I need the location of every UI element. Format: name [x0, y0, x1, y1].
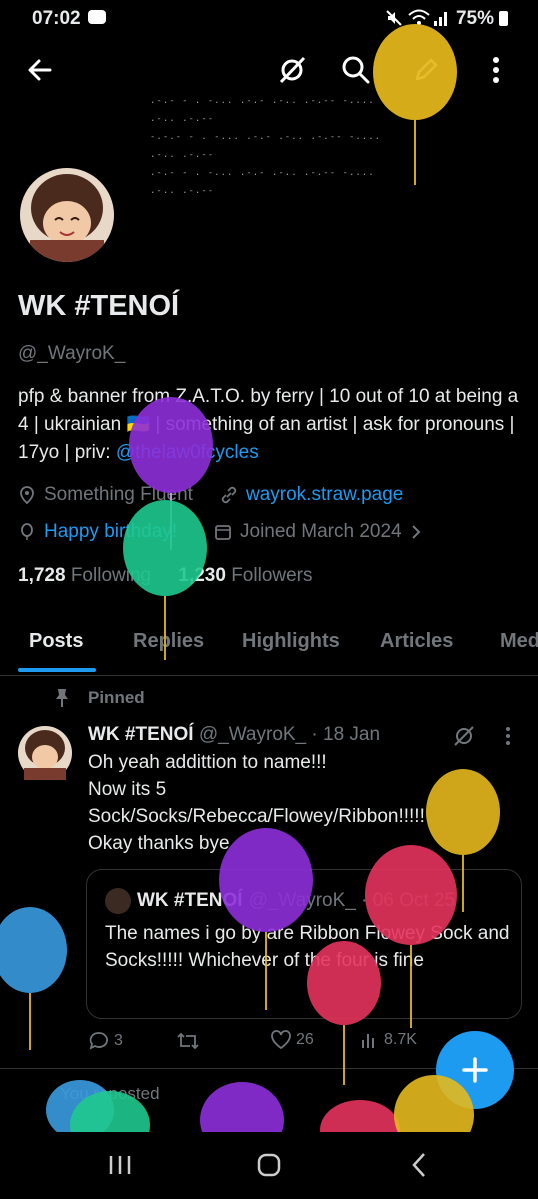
- balloon-icon: [21, 523, 33, 540]
- balloon-blue: [0, 907, 67, 1050]
- edit-button[interactable]: [406, 50, 446, 90]
- discord-icon: [88, 10, 106, 24]
- quote-header: WK #TENOÍ @_WayroK_ · 06 Oct 25: [105, 888, 455, 914]
- reply-action[interactable]: 3: [88, 1030, 123, 1052]
- followers-stat[interactable]: 1,230 Followers: [178, 565, 312, 586]
- profile-birthday: Happy birthday!: [18, 521, 177, 543]
- more-vertical-icon: [493, 57, 499, 83]
- chevron-right-icon[interactable]: [410, 524, 422, 540]
- tweet-avatar[interactable]: [18, 726, 72, 780]
- compose-button[interactable]: [436, 1031, 514, 1109]
- profile-website[interactable]: wayrok.straw.page: [220, 484, 403, 506]
- banner-line: .-.- - . -... .-.- .-.. .-.-- -.... .-..…: [150, 96, 375, 124]
- back-button[interactable]: [20, 50, 60, 90]
- joined-text: Joined March 2024: [240, 521, 402, 542]
- quote-avatar: [105, 888, 131, 914]
- location-text: Something Fluent: [44, 484, 193, 505]
- status-time: 07:02: [32, 8, 81, 29]
- grok-button[interactable]: [272, 50, 312, 90]
- reply-icon: [89, 1032, 108, 1050]
- profile-joined: Joined March 2024: [214, 521, 422, 543]
- system-nav-bar: [0, 1132, 538, 1199]
- views-icon: [362, 1034, 374, 1048]
- avatar-image: [20, 168, 114, 262]
- quoted-tweet[interactable]: WK #TENOÍ @_WayroK_ · 06 Oct 25 The name…: [86, 869, 522, 1019]
- mute-icon: [385, 9, 403, 33]
- wifi-icon: [408, 9, 430, 33]
- status-bar: 07:02 75%: [0, 0, 538, 36]
- views-action[interactable]: 8.7K: [360, 1030, 417, 1050]
- avatar-image: [18, 726, 72, 780]
- recents-button[interactable]: [108, 1154, 132, 1181]
- pin-icon: [54, 688, 70, 713]
- calendar-icon: [215, 525, 231, 540]
- signal-icon: [433, 9, 449, 33]
- link-icon: [221, 486, 237, 504]
- reply-count: 3: [114, 1032, 123, 1049]
- profile-stats: 1,728 Following 1,230 Followers: [18, 565, 313, 587]
- search-button[interactable]: [336, 50, 376, 90]
- followers-label: Followers: [231, 565, 313, 586]
- followers-count: 1,230: [178, 565, 226, 586]
- battery-percent: 75%: [455, 8, 494, 29]
- bio-link[interactable]: @thelaw0fcycles: [116, 442, 259, 463]
- location-pin-icon: [20, 486, 34, 504]
- profile-handle: @_WayroK_: [18, 343, 126, 364]
- tab-replies[interactable]: Replies: [133, 630, 204, 653]
- like-count: 26: [296, 1031, 314, 1048]
- banner-line: -.-.- - . -... .-.- .-.. .-.-- -.... .-.…: [150, 132, 382, 160]
- quote-author: WK #TENOÍ: [137, 890, 243, 911]
- retweet-icon: [177, 1032, 199, 1050]
- tweet-text: Oh yeah addittion to name!!! Now its 5 S…: [88, 752, 425, 854]
- birthday-text: Happy birthday!: [44, 521, 178, 542]
- back-nav-button[interactable]: [410, 1152, 428, 1183]
- profile-location: Something Fluent: [18, 484, 193, 506]
- pencil-icon: [415, 58, 438, 81]
- tweet-header: WK #TENOÍ @_WayroK_ · 18 Jan: [88, 724, 380, 746]
- profile-name: WK #TENOÍ: [18, 290, 180, 322]
- quote-text: The names i go by are Ribbon Flowey Sock…: [105, 923, 510, 971]
- home-icon: [257, 1153, 281, 1177]
- tweet-more-icon[interactable]: [505, 726, 511, 751]
- retweet-action[interactable]: [176, 1030, 200, 1052]
- repost-label: You reposted: [60, 1084, 160, 1103]
- following-count: 1,728: [18, 565, 66, 586]
- tab-articles[interactable]: Articles: [380, 630, 453, 653]
- grok-icon: [279, 56, 306, 84]
- tweet-author[interactable]: WK #TENOÍ: [88, 724, 194, 745]
- banner: .-.- - . -... .-.- .-.. .-.-- -.... .-..…: [150, 92, 400, 200]
- recents-icon: [109, 1156, 131, 1174]
- plus-icon: [462, 1057, 488, 1083]
- like-action[interactable]: 26: [270, 1030, 314, 1050]
- battery-icon: [499, 11, 508, 26]
- tab-media[interactable]: Media: [500, 630, 538, 653]
- quote-handle-date: @_WayroK_ · 06 Oct 25: [248, 890, 456, 911]
- home-button[interactable]: [256, 1152, 282, 1183]
- tab-highlights[interactable]: Highlights: [242, 630, 340, 653]
- heart-icon: [271, 1030, 291, 1050]
- pinned-label: Pinned: [88, 688, 145, 707]
- website-link[interactable]: wayrok.straw.page: [246, 484, 403, 506]
- chevron-left-icon: [412, 1153, 425, 1177]
- tab-posts[interactable]: Posts: [29, 630, 83, 653]
- active-tab-indicator: [18, 668, 96, 672]
- tweet-handle-date: @_WayroK_ · 18 Jan: [198, 724, 381, 745]
- bio-text: pfp & banner from Z.A.T.O. by ferry | 10…: [18, 386, 519, 463]
- more-button[interactable]: [476, 50, 516, 90]
- profile-bio: pfp & banner from Z.A.T.O. by ferry | 10…: [18, 383, 523, 467]
- banner-line: .-.- - . -... .-.- .-.. .-.-- -.... .-..…: [150, 168, 375, 196]
- arrow-left-icon: [28, 59, 52, 81]
- following-stat[interactable]: 1,728 Following: [18, 565, 151, 586]
- view-count: 8.7K: [384, 1031, 417, 1048]
- following-label: Following: [70, 565, 152, 586]
- search-icon: [342, 56, 370, 84]
- profile-avatar[interactable]: [18, 166, 116, 264]
